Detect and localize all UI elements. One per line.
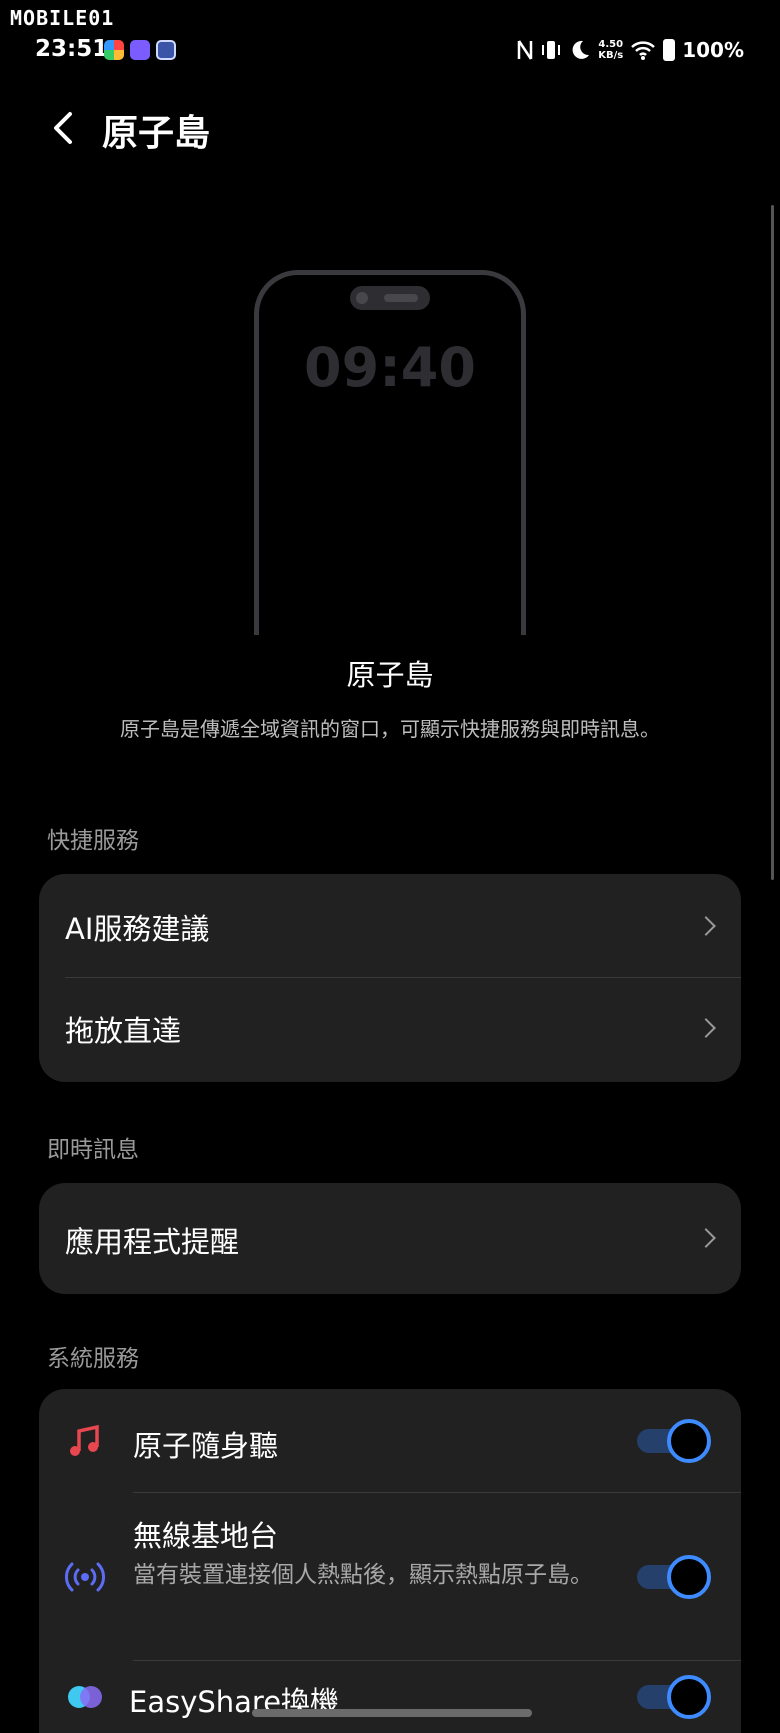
- feature-description: 原子島是傳遞全域資訊的窗口，可顯示快捷服務與即時訊息。: [120, 717, 660, 741]
- toggle-switch[interactable]: [637, 1555, 711, 1599]
- section-label-system-services: 系統服務: [47, 1346, 139, 1372]
- row-label: 拖放直達: [65, 1014, 182, 1048]
- section-label-live-messages: 即時訊息: [47, 1137, 139, 1163]
- network-speed-value: 4.50: [598, 39, 624, 50]
- toggle-knob: [667, 1419, 711, 1463]
- mobile01-watermark: MOBILE01: [10, 6, 115, 30]
- do-not-disturb-app-icon: [130, 40, 150, 60]
- system-services-card: 原子隨身聽 無線基地台 當有裝置連接個人熱點後，顯示熱點原子島。 EasySha…: [39, 1389, 741, 1733]
- dynamic-island: [350, 286, 430, 310]
- sensor-pill: [384, 294, 418, 302]
- chevron-right-icon: [696, 1018, 716, 1038]
- phone-frame: [254, 270, 526, 635]
- row-app-reminders[interactable]: 應用程式提醒: [39, 1183, 741, 1294]
- row-atomic-music[interactable]: 原子隨身聽: [39, 1389, 741, 1493]
- row-wireless-hotspot[interactable]: 無線基地台 當有裝置連接個人熱點後，顯示熱點原子島。: [39, 1493, 741, 1661]
- row-label: AI服務建議: [65, 912, 210, 946]
- row-easyshare[interactable]: EasyShare換機: [39, 1661, 741, 1733]
- toggle-switch[interactable]: [637, 1675, 711, 1719]
- camera-dot: [356, 292, 368, 304]
- status-bar: 23:51 4.50 KB/s 100%: [0, 36, 780, 68]
- toggle-knob: [667, 1675, 711, 1719]
- battery-percent: 100%: [682, 38, 744, 62]
- status-time: 23:51: [35, 36, 109, 62]
- row-label: 無線基地台: [133, 1519, 279, 1553]
- quick-services-card: AI服務建議 拖放直達: [39, 874, 741, 1082]
- phone-preview-illustration: 09:40: [254, 270, 526, 635]
- chevron-right-icon: [696, 916, 716, 936]
- easyshare-icon: [68, 1686, 102, 1708]
- chevron-right-icon: [696, 1228, 716, 1248]
- row-label: 應用程式提醒: [65, 1225, 240, 1259]
- music-note-icon: [70, 1424, 99, 1456]
- live-messages-card: 應用程式提醒: [39, 1183, 741, 1294]
- header: 原子島: [0, 98, 780, 158]
- preview-clock: 09:40: [304, 336, 476, 399]
- moon-icon: [572, 40, 590, 59]
- feature-title: 原子島: [346, 658, 434, 692]
- back-arrow-icon[interactable]: [44, 108, 84, 148]
- notification-icons: [104, 40, 176, 60]
- network-speed: 4.50 KB/s: [598, 39, 623, 61]
- phone-app-icon: [156, 40, 176, 60]
- section-label-quick-services: 快捷服務: [47, 828, 139, 854]
- row-ai-service-suggestions[interactable]: AI服務建議: [39, 874, 741, 978]
- photos-app-icon: [104, 40, 124, 60]
- status-right-group: 4.50 KB/s 100%: [517, 38, 744, 62]
- battery-icon: [663, 39, 676, 61]
- hotspot-icon: [65, 1562, 105, 1592]
- row-label: 原子隨身聽: [133, 1429, 279, 1463]
- scrollbar[interactable]: [771, 205, 774, 880]
- network-speed-unit: KB/s: [598, 50, 624, 61]
- row-drag-and-drop[interactable]: 拖放直達: [39, 978, 741, 1082]
- page-title: 原子島: [102, 113, 211, 154]
- nfc-icon: [517, 40, 533, 60]
- toggle-switch[interactable]: [637, 1419, 711, 1463]
- toggle-knob: [667, 1555, 711, 1599]
- vibrate-icon: [542, 41, 561, 59]
- wifi-icon: [631, 41, 656, 60]
- home-indicator[interactable]: [252, 1709, 532, 1717]
- row-subtitle: 當有裝置連接個人熱點後，顯示熱點原子島。: [133, 1562, 593, 1588]
